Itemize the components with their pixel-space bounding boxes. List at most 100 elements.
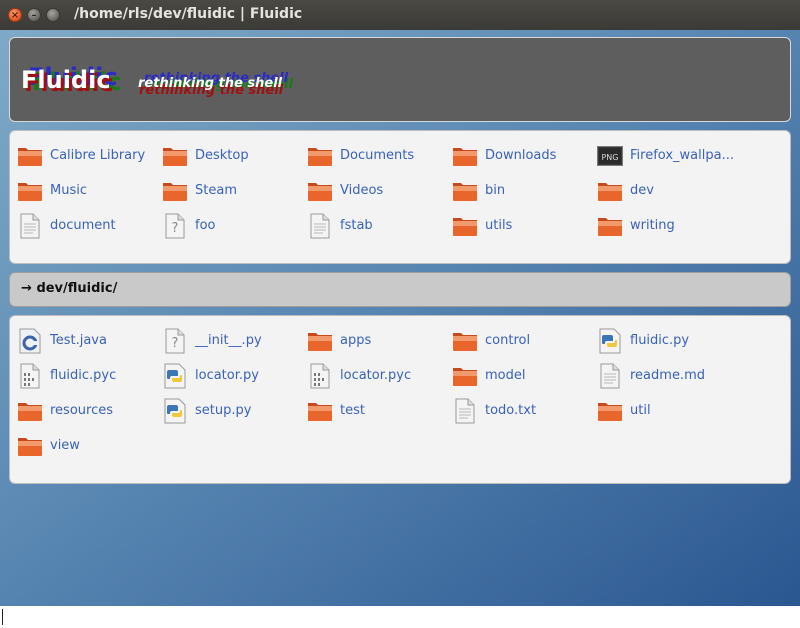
- path-arrow: →: [21, 281, 32, 296]
- command-input[interactable]: [0, 606, 800, 628]
- file-item[interactable]: Calibre Library: [17, 138, 162, 173]
- file-item-label[interactable]: Videos: [340, 183, 383, 198]
- file-item-label[interactable]: fluidic.py: [630, 333, 689, 348]
- file-item-label[interactable]: fstab: [340, 218, 373, 233]
- file-item[interactable]: Videos: [307, 173, 452, 208]
- file-item[interactable]: Downloads: [452, 138, 597, 173]
- file-item-label[interactable]: bin: [485, 183, 505, 198]
- file-item[interactable]: locator.pyc: [307, 358, 452, 393]
- file-item-label[interactable]: Music: [50, 183, 87, 198]
- file-item[interactable]: locator.py: [162, 358, 307, 393]
- folder-icon: [17, 143, 43, 169]
- current-path: dev/fluidic/: [36, 281, 118, 296]
- folder-icon: [452, 178, 478, 204]
- file-item[interactable]: fluidic.pyc: [17, 358, 162, 393]
- file-item-label[interactable]: util: [630, 403, 651, 418]
- file-item[interactable]: test: [307, 393, 452, 428]
- file-item[interactable]: document: [17, 208, 162, 243]
- python-file-icon: [162, 363, 188, 389]
- file-item[interactable]: dev: [597, 173, 742, 208]
- app-banner: Fluidic rethinking the shell: [9, 37, 791, 122]
- folder-icon: [307, 398, 333, 424]
- file-item[interactable]: utils: [452, 208, 597, 243]
- file-item-label[interactable]: control: [485, 333, 530, 348]
- file-item[interactable]: resources: [17, 393, 162, 428]
- file-item[interactable]: bin: [452, 173, 597, 208]
- file-item-label[interactable]: __init__.py: [195, 333, 262, 348]
- folder-icon: [307, 143, 333, 169]
- file-item-label[interactable]: model: [485, 368, 525, 383]
- python-file-icon: [162, 398, 188, 424]
- minimize-window-button[interactable]: –: [27, 8, 41, 22]
- file-item[interactable]: writing: [597, 208, 742, 243]
- unknown-file-icon: ?: [162, 213, 188, 239]
- file-item[interactable]: apps: [307, 323, 452, 358]
- file-item-label[interactable]: Desktop: [195, 148, 249, 163]
- file-item-label[interactable]: writing: [630, 218, 675, 233]
- folder-icon: [307, 178, 333, 204]
- folder-icon: [452, 328, 478, 354]
- file-item-label[interactable]: Steam: [195, 183, 237, 198]
- file-item[interactable]: util: [597, 393, 742, 428]
- folder-icon: [597, 213, 623, 239]
- shell-content: Fluidic rethinking the shell Calibre Lib…: [0, 30, 800, 606]
- file-item-label[interactable]: locator.py: [195, 368, 259, 383]
- file-item[interactable]: Test.java: [17, 323, 162, 358]
- svg-text:PNG: PNG: [601, 153, 618, 162]
- file-item[interactable]: Steam: [162, 173, 307, 208]
- file-item[interactable]: model: [452, 358, 597, 393]
- text-file-icon: [452, 398, 478, 424]
- file-item-label[interactable]: test: [340, 403, 365, 418]
- text-file-icon: [307, 213, 333, 239]
- file-item-label[interactable]: Calibre Library: [50, 148, 145, 163]
- file-item[interactable]: control: [452, 323, 597, 358]
- folder-icon: [597, 178, 623, 204]
- file-item[interactable]: readme.md: [597, 358, 742, 393]
- file-item-label[interactable]: Firefox_wallpa...: [630, 148, 734, 163]
- file-item[interactable]: Music: [17, 173, 162, 208]
- binary-file-icon: [17, 363, 43, 389]
- maximize-window-button[interactable]: [46, 8, 60, 22]
- file-item[interactable]: fluidic.py: [597, 323, 742, 358]
- folder-icon: [452, 363, 478, 389]
- app-logo: Fluidic: [21, 66, 111, 94]
- folder-icon: [597, 398, 623, 424]
- file-item-label[interactable]: setup.py: [195, 403, 251, 418]
- file-item[interactable]: Desktop: [162, 138, 307, 173]
- text-file-icon: [597, 363, 623, 389]
- file-item[interactable]: ? foo: [162, 208, 307, 243]
- file-item-label[interactable]: readme.md: [630, 368, 705, 383]
- file-item[interactable]: ? __init__.py: [162, 323, 307, 358]
- current-path-bar[interactable]: → dev/fluidic/: [9, 272, 791, 307]
- file-item-label[interactable]: foo: [195, 218, 215, 233]
- file-item-label[interactable]: Test.java: [50, 333, 107, 348]
- file-item-label[interactable]: locator.pyc: [340, 368, 411, 383]
- file-item-label[interactable]: dev: [630, 183, 654, 198]
- file-item-label[interactable]: fluidic.pyc: [50, 368, 116, 383]
- file-item-label[interactable]: Downloads: [485, 148, 556, 163]
- folder-icon: [307, 328, 333, 354]
- folder-icon: [17, 398, 43, 424]
- folder-icon: [17, 178, 43, 204]
- file-item[interactable]: todo.txt: [452, 393, 597, 428]
- java-file-icon: [17, 328, 43, 354]
- file-item-label[interactable]: resources: [50, 403, 113, 418]
- app-tagline: rethinking the shell: [138, 76, 283, 91]
- file-item-label[interactable]: utils: [485, 218, 512, 233]
- file-item-label[interactable]: document: [50, 218, 116, 233]
- binary-file-icon: [307, 363, 333, 389]
- window-title: /home/rls/dev/fluidic | Fluidic: [74, 6, 303, 22]
- file-item[interactable]: setup.py: [162, 393, 307, 428]
- file-item[interactable]: PNG Firefox_wallpa...: [597, 138, 742, 173]
- file-item[interactable]: Documents: [307, 138, 452, 173]
- file-item[interactable]: fstab: [307, 208, 452, 243]
- svg-text:?: ?: [172, 336, 179, 351]
- folder-icon: [162, 178, 188, 204]
- close-window-button[interactable]: ×: [8, 8, 22, 22]
- folder-icon: [452, 213, 478, 239]
- file-item-label[interactable]: todo.txt: [485, 403, 536, 418]
- file-item-label[interactable]: Documents: [340, 148, 414, 163]
- file-item-label[interactable]: view: [50, 438, 80, 453]
- file-item[interactable]: view: [17, 428, 162, 463]
- file-item-label[interactable]: apps: [340, 333, 371, 348]
